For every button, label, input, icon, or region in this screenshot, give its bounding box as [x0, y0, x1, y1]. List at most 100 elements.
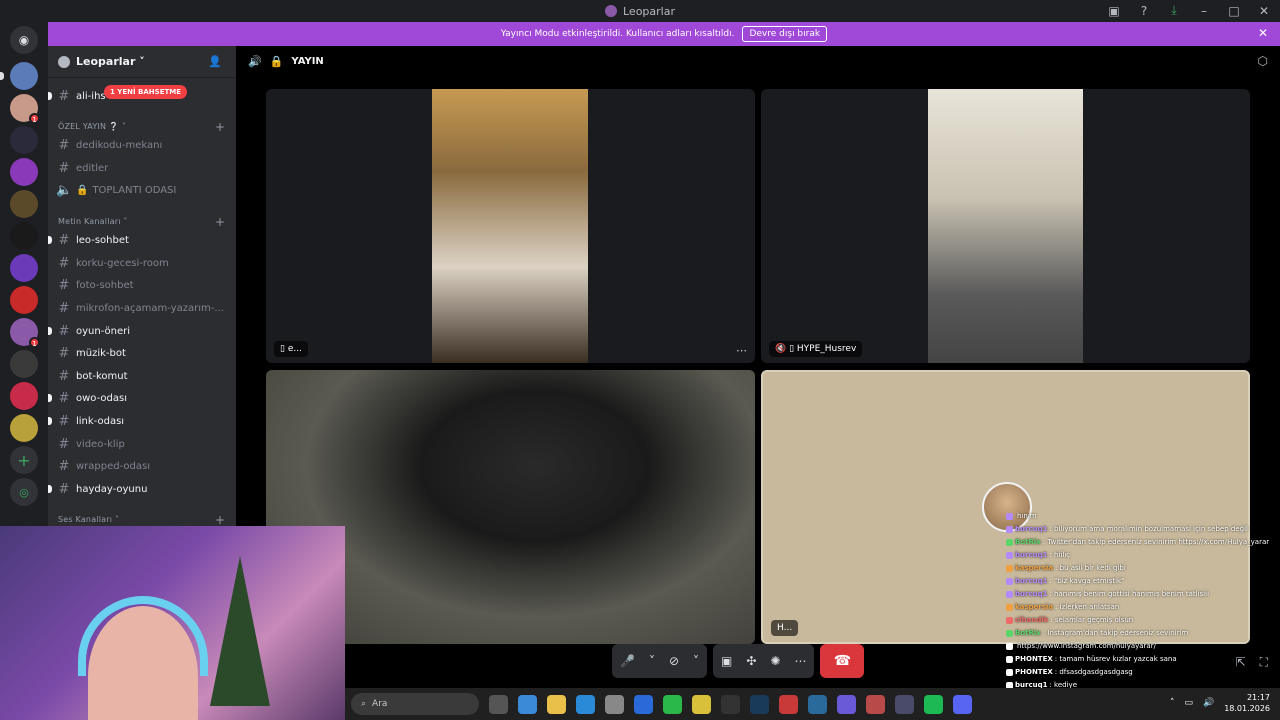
help-icon[interactable]: ? [1136, 4, 1152, 18]
volume-icon[interactable]: 🔊 [1203, 698, 1214, 708]
channel-label: owo-odası [76, 392, 127, 404]
camera-off-icon[interactable]: ⊘ [669, 654, 679, 668]
spotify-icon[interactable] [924, 694, 943, 714]
server-icon[interactable] [10, 414, 38, 442]
category-ozel-yayin[interactable]: ÖZEL YAYIN ❔ ˅ + [58, 120, 225, 134]
chat-text: : tamam hüsrev kızlar yazcak sana [1054, 655, 1177, 663]
server-icon[interactable] [10, 190, 38, 218]
discover-icon[interactable]: ◎ [10, 478, 38, 506]
channel-hayday[interactable]: # hayday-oyunu [48, 479, 232, 499]
inbox-icon[interactable]: ▣ [1106, 4, 1122, 18]
obs-icon[interactable] [866, 694, 885, 714]
channel-bot-komut[interactable]: # bot-komut [56, 366, 232, 386]
activities-icon[interactable]: ✣ [746, 654, 756, 668]
server-icon[interactable]: 1 [10, 94, 40, 124]
discord-home-icon[interactable]: ◉ [10, 26, 38, 54]
soundboard-icon[interactable]: ✺ [770, 654, 780, 668]
disable-button[interactable]: Devre dışı bırak [742, 26, 828, 42]
channel-mikrofon[interactable]: # mikrofon-açamam-yazarım-... [56, 298, 232, 318]
channel-dedikodu[interactable]: # dedikodu-mekanı [56, 135, 232, 155]
store-icon[interactable] [605, 694, 624, 714]
guild-header[interactable]: Leoparlar ˅ 👤 [48, 46, 236, 78]
channel-korku[interactable]: # korku-gecesi-room [56, 253, 232, 273]
chat-message: hınım [1006, 510, 1280, 523]
add-channel-icon[interactable]: + [215, 120, 225, 134]
close-button[interactable]: ✕ [1256, 4, 1272, 18]
chevron-down-icon[interactable]: ˅ [693, 654, 699, 668]
hash-icon: # [58, 458, 70, 474]
edge-icon[interactable] [576, 694, 595, 714]
server-icon[interactable] [10, 382, 38, 410]
server-icon[interactable] [10, 254, 38, 282]
channel-foto[interactable]: # foto-sohbet [56, 275, 232, 295]
chrome-icon[interactable] [692, 694, 711, 714]
channel-video-klip[interactable]: # video-klip [56, 434, 232, 454]
chevron-up-icon[interactable]: ˄ [1170, 698, 1175, 708]
discord-icon[interactable] [953, 694, 972, 714]
app-icon[interactable] [779, 694, 798, 714]
app-icon[interactable] [895, 694, 914, 714]
channel-editler[interactable]: # editler [56, 158, 232, 178]
chat-message: BotRix: Instagram'dan takip ederseniz se… [1006, 627, 1280, 640]
channel-oyun-oneri[interactable]: # oyun-öneri [48, 321, 232, 341]
more-icon[interactable]: ⋯ [736, 344, 747, 357]
steam-icon[interactable] [750, 694, 769, 714]
xbox-icon[interactable] [663, 694, 682, 714]
chat-text: hınım [1017, 512, 1037, 520]
channel-leo-sohbet[interactable]: # leo-sohbet [48, 230, 232, 250]
banner-text: Yayıncı Modu etkinleştirildi. Kullanıcı … [500, 29, 735, 39]
server-icon[interactable] [10, 222, 38, 250]
chat-username: kaspersia [1015, 564, 1054, 572]
chat-message: burcuq1: hanımış benim gottisi hanımış b… [1006, 588, 1280, 601]
channel-wrapped[interactable]: # wrapped-odası [56, 456, 232, 476]
maximize-button[interactable]: □ [1226, 4, 1242, 18]
app-icon[interactable] [837, 694, 856, 714]
channel-label: hayday-oyunu [76, 483, 148, 495]
app-icon[interactable] [808, 694, 827, 714]
more-icon[interactable]: ⋯ [794, 654, 806, 668]
window-title: Leoparlar [623, 4, 675, 18]
category-metin[interactable]: Metin Kanalları ˅ + [58, 215, 225, 229]
channel-owo[interactable]: # owo-odası [48, 388, 232, 408]
add-channel-icon[interactable]: + [215, 513, 225, 526]
server-icon[interactable] [10, 62, 38, 90]
server-icon[interactable] [10, 158, 38, 186]
channel-muzik-bot[interactable]: # müzik-bot [56, 343, 232, 363]
screen-share-icon[interactable]: ▣ [721, 654, 732, 668]
minimize-button[interactable]: – [1196, 4, 1212, 18]
unread-pip [48, 417, 52, 425]
task-view-icon[interactable] [489, 694, 508, 714]
hash-icon: # [58, 137, 70, 153]
server-icon[interactable] [10, 126, 38, 154]
epic-games-icon[interactable] [721, 694, 740, 714]
channel-label: dedikodu-mekanı [76, 139, 163, 151]
video-tile[interactable]: ▯ e... ⋯ [266, 89, 755, 363]
outlook-icon[interactable] [634, 694, 653, 714]
mention-pill[interactable]: 1 YENİ BAHSETME [104, 85, 188, 99]
voice-channel-toplanti[interactable]: 🔈 🔒 TOPLANTI ODASI [56, 180, 232, 200]
download-icon[interactable]: ⤓ [1166, 3, 1182, 18]
category-ses[interactable]: Ses Kanalları ˅ + [58, 513, 225, 526]
search-box[interactable]: ⌕ Ara [351, 693, 479, 715]
video-tile[interactable]: 🔇 ▯ HYPE_Husrev [761, 89, 1250, 363]
chevron-down-icon[interactable]: ˅ [649, 654, 655, 668]
file-explorer-icon[interactable] [547, 694, 566, 714]
copilot-icon[interactable] [518, 694, 537, 714]
server-icon[interactable]: 1 [10, 318, 40, 348]
add-channel-icon[interactable]: + [215, 215, 225, 229]
channel-link[interactable]: # link-odası [48, 411, 232, 431]
close-icon[interactable]: ✕ [1258, 26, 1268, 40]
chat-text: : Instagram'dan takip ederseniz seviniri… [1042, 629, 1189, 637]
network-icon[interactable]: ▭ [1184, 698, 1193, 708]
channel-title: YAYIN [291, 55, 324, 67]
add-server-icon[interactable]: + [10, 446, 38, 474]
server-icon[interactable] [10, 286, 38, 314]
activity-icon[interactable]: ⬡ [1258, 54, 1268, 68]
chat-message: PHONTEX: dfsasdgasdgasdgasg [1006, 666, 1280, 679]
disconnect-button[interactable]: ☎ [820, 644, 865, 678]
server-icon[interactable] [10, 350, 38, 378]
clock[interactable]: 21:17 18.01.2026 [1224, 692, 1270, 714]
invite-icon[interactable]: 👤 [208, 55, 222, 68]
microphone-icon[interactable]: 🎤 [620, 654, 635, 668]
category-label: Metin Kanalları ˅ [58, 217, 128, 226]
